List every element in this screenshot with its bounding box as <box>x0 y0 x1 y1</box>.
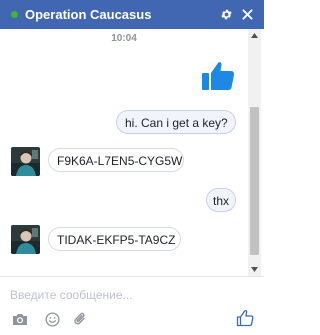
attach-icon[interactable] <box>71 311 89 327</box>
message-list[interactable]: 10:04 hi. Can i get a key? F9K6A-L7EN5-C… <box>0 29 264 276</box>
online-status-dot <box>11 11 18 18</box>
camera-icon[interactable] <box>11 311 29 327</box>
message-scrollbar[interactable] <box>248 29 261 276</box>
message-bubble-outgoing[interactable]: thx <box>206 188 236 212</box>
message-input[interactable] <box>10 285 250 305</box>
like-sticker <box>200 57 236 93</box>
message-bubble-incoming[interactable]: TIDAK-EKFP5-TA9CZ <box>48 227 181 251</box>
emoji-icon[interactable] <box>43 311 61 327</box>
message-bubble-incoming[interactable]: F9K6A-L7EN5-CYG5W <box>48 148 184 172</box>
message-composer <box>0 276 264 335</box>
chat-title[interactable]: Operation Caucasus <box>25 7 151 22</box>
contact-avatar[interactable] <box>11 147 40 176</box>
close-icon[interactable] <box>239 6 255 22</box>
like-icon[interactable] <box>236 310 254 327</box>
message-timestamp: 10:04 <box>111 33 137 44</box>
gear-icon[interactable] <box>218 6 234 22</box>
scroll-up-arrow-icon[interactable] <box>248 29 261 42</box>
scrollbar-thumb[interactable] <box>250 107 259 255</box>
message-bubble-outgoing[interactable]: hi. Can i get a key? <box>116 110 236 134</box>
chat-window: Operation Caucasus 10:04 hi. Can i get a… <box>0 0 264 335</box>
chat-header[interactable]: Operation Caucasus <box>0 0 264 29</box>
scroll-down-arrow-icon[interactable] <box>248 263 261 276</box>
contact-avatar[interactable] <box>11 225 40 254</box>
